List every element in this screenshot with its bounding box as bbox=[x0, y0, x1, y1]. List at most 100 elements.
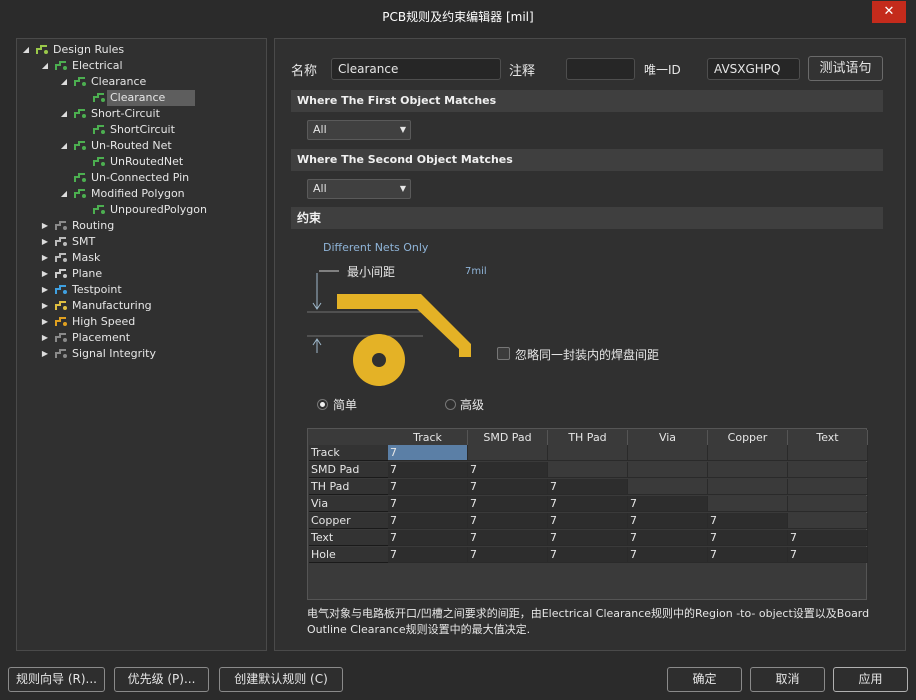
tree-item[interactable]: ▶ Signal Integrity bbox=[17, 346, 266, 362]
collapse-arrow-icon[interactable]: ◢ bbox=[59, 74, 69, 90]
tree-item[interactable]: ▶ Routing bbox=[17, 218, 266, 234]
matrix-cell[interactable] bbox=[708, 462, 788, 478]
min-clearance-value[interactable]: 7mil bbox=[465, 266, 487, 277]
first-match-select[interactable]: All ▼ bbox=[307, 120, 411, 140]
tree-item[interactable]: ▶ Testpoint bbox=[17, 282, 266, 298]
expand-arrow-icon[interactable]: ▶ bbox=[40, 330, 50, 346]
simple-mode-radio[interactable] bbox=[317, 399, 328, 410]
expand-arrow-icon[interactable]: ▶ bbox=[40, 298, 50, 314]
tree-item[interactable]: ◢ Short-Circuit bbox=[17, 106, 266, 122]
tree-item[interactable]: ▶ Mask bbox=[17, 250, 266, 266]
matrix-cell[interactable] bbox=[788, 479, 868, 495]
name-field[interactable]: Clearance bbox=[331, 58, 501, 80]
tree-item[interactable]: UnRoutedNet bbox=[17, 154, 266, 170]
matrix-cell[interactable]: 7 bbox=[388, 513, 468, 529]
tree-item-label: Manufacturing bbox=[72, 299, 152, 312]
tree-item[interactable]: ◢ Clearance bbox=[17, 74, 266, 90]
tree-item[interactable]: ▶ Manufacturing bbox=[17, 298, 266, 314]
matrix-cell[interactable]: 7 bbox=[468, 530, 548, 546]
collapse-arrow-icon[interactable]: ◢ bbox=[40, 58, 50, 74]
matrix-cell[interactable] bbox=[548, 462, 628, 478]
tree-item[interactable]: Clearance bbox=[17, 90, 266, 106]
tree-item[interactable]: Un-Connected Pin bbox=[17, 170, 266, 186]
expand-arrow-icon[interactable]: ▶ bbox=[40, 266, 50, 282]
tree-item[interactable]: ▶ High Speed bbox=[17, 314, 266, 330]
matrix-cell[interactable]: 7 bbox=[388, 462, 468, 478]
matrix-cell[interactable]: 7 bbox=[628, 530, 708, 546]
advanced-mode-radio[interactable] bbox=[445, 399, 456, 410]
matrix-cell[interactable]: 7 bbox=[628, 513, 708, 529]
tree-item[interactable]: ◢ Design Rules bbox=[17, 42, 266, 58]
matrix-cell[interactable]: 7 bbox=[548, 530, 628, 546]
collapse-arrow-icon[interactable]: ◢ bbox=[59, 186, 69, 202]
matrix-cell[interactable]: 7 bbox=[788, 530, 868, 546]
expand-arrow-icon[interactable]: ▶ bbox=[40, 346, 50, 362]
expand-arrow-icon[interactable]: ▶ bbox=[40, 250, 50, 266]
title-bar: PCB规则及约束编辑器 [mil] ✕ bbox=[0, 0, 916, 30]
matrix-cell[interactable]: 7 bbox=[548, 547, 628, 563]
matrix-cell[interactable]: 7 bbox=[708, 547, 788, 563]
matrix-cell[interactable] bbox=[548, 445, 628, 461]
matrix-cell[interactable]: 7 bbox=[468, 462, 548, 478]
priorities-button[interactable]: 优先级 (P)... bbox=[114, 667, 209, 692]
matrix-cell[interactable] bbox=[788, 513, 868, 529]
expand-arrow-icon[interactable]: ▶ bbox=[40, 314, 50, 330]
close-button[interactable]: ✕ bbox=[872, 1, 906, 23]
tree-item[interactable]: ◢ Electrical bbox=[17, 58, 266, 74]
expand-arrow-icon[interactable]: ▶ bbox=[40, 234, 50, 250]
tree-item[interactable]: ◢ Un-Routed Net bbox=[17, 138, 266, 154]
collapse-arrow-icon[interactable]: ◢ bbox=[59, 138, 69, 154]
matrix-cell[interactable]: 7 bbox=[388, 479, 468, 495]
matrix-cell[interactable]: 7 bbox=[468, 496, 548, 512]
apply-button[interactable]: 应用 bbox=[833, 667, 908, 692]
matrix-cell[interactable] bbox=[788, 462, 868, 478]
matrix-cell[interactable] bbox=[628, 445, 708, 461]
matrix-cell[interactable]: 7 bbox=[388, 445, 468, 461]
matrix-cell[interactable]: 7 bbox=[628, 547, 708, 563]
matrix-cell[interactable]: 7 bbox=[388, 530, 468, 546]
tree-item[interactable]: ▶ Placement bbox=[17, 330, 266, 346]
ok-button[interactable]: 确定 bbox=[667, 667, 742, 692]
test-query-button[interactable]: 测试语句 bbox=[808, 56, 883, 81]
comment-field[interactable] bbox=[566, 58, 635, 80]
rule-wizard-button[interactable]: 规则向导 (R)... bbox=[8, 667, 105, 692]
matrix-cell[interactable] bbox=[708, 479, 788, 495]
matrix-cell[interactable] bbox=[788, 496, 868, 512]
matrix-cell[interactable]: 7 bbox=[788, 547, 868, 563]
matrix-cell[interactable] bbox=[468, 445, 548, 461]
matrix-cell[interactable] bbox=[708, 496, 788, 512]
matrix-cell[interactable]: 7 bbox=[708, 530, 788, 546]
tree-item[interactable]: ▶ SMT bbox=[17, 234, 266, 250]
tree-item[interactable]: UnpouredPolygon bbox=[17, 202, 266, 218]
matrix-cell[interactable]: 7 bbox=[468, 547, 548, 563]
ignore-pad-clearance-checkbox[interactable] bbox=[497, 347, 510, 360]
plane-icon bbox=[54, 267, 68, 281]
collapse-arrow-icon[interactable]: ◢ bbox=[21, 42, 31, 58]
matrix-cell[interactable]: 7 bbox=[468, 513, 548, 529]
matrix-cell[interactable]: 7 bbox=[388, 496, 468, 512]
tree-item[interactable]: ▶ Plane bbox=[17, 266, 266, 282]
matrix-cell[interactable] bbox=[628, 462, 708, 478]
matrix-cell[interactable]: 7 bbox=[468, 479, 548, 495]
matrix-cell[interactable] bbox=[628, 479, 708, 495]
matrix-cell[interactable]: 7 bbox=[548, 496, 628, 512]
collapse-arrow-icon[interactable]: ◢ bbox=[59, 106, 69, 122]
matrix-cell[interactable]: 7 bbox=[628, 496, 708, 512]
tree-item-label: Short-Circuit bbox=[91, 107, 160, 120]
expand-arrow-icon[interactable]: ▶ bbox=[40, 282, 50, 298]
matrix-cell[interactable]: 7 bbox=[708, 513, 788, 529]
tree-item[interactable]: ◢ Modified Polygon bbox=[17, 186, 266, 202]
second-match-select[interactable]: All ▼ bbox=[307, 179, 411, 199]
matrix-cell[interactable]: 7 bbox=[548, 513, 628, 529]
expand-arrow-icon[interactable]: ▶ bbox=[40, 218, 50, 234]
cancel-button[interactable]: 取消 bbox=[750, 667, 825, 692]
unique-id-field[interactable]: AVSXGHPQ bbox=[707, 58, 800, 80]
matrix-cell[interactable]: 7 bbox=[548, 479, 628, 495]
matrix-cell[interactable] bbox=[708, 445, 788, 461]
rule-description: 电气对象与电路板开口/凹槽之间要求的间距，由Electrical Clearan… bbox=[307, 607, 870, 636]
matrix-cell[interactable] bbox=[788, 445, 868, 461]
tree-item[interactable]: ShortCircuit bbox=[17, 122, 266, 138]
net-scope-label[interactable]: Different Nets Only bbox=[323, 241, 428, 254]
create-default-rules-button[interactable]: 创建默认规则 (C) bbox=[219, 667, 343, 692]
matrix-cell[interactable]: 7 bbox=[388, 547, 468, 563]
